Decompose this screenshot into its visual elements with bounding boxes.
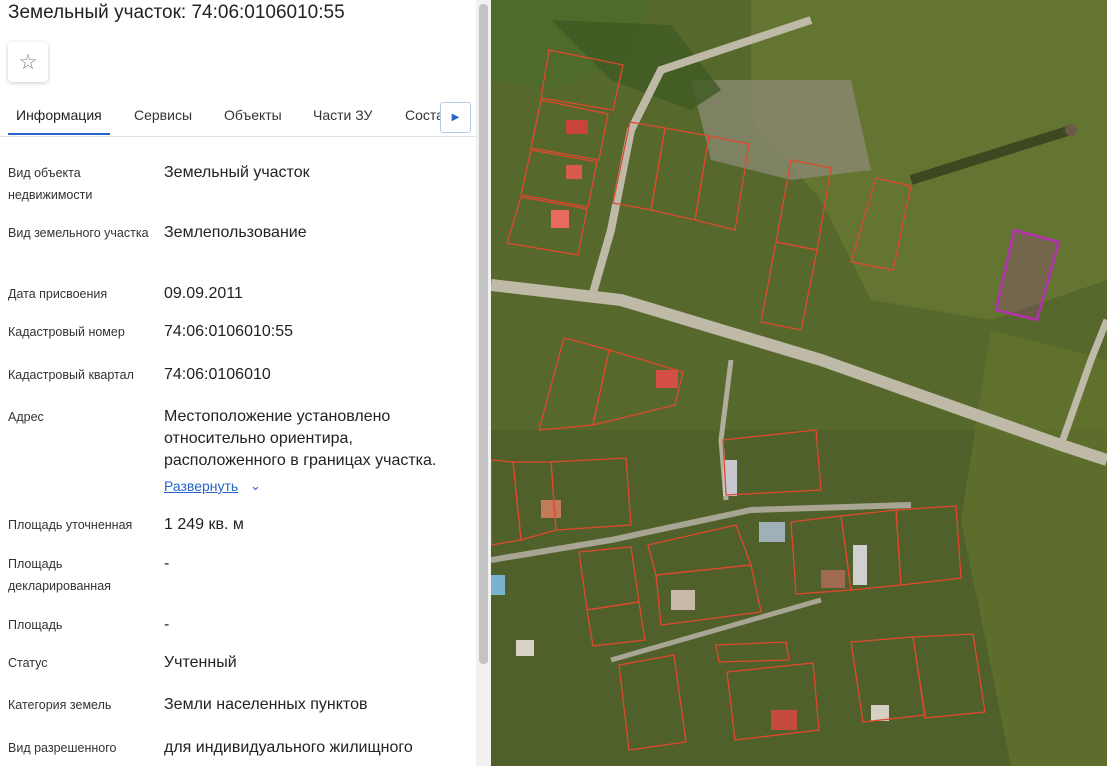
house-roof: [871, 705, 889, 721]
field-label: Адрес: [8, 410, 44, 424]
field-value: 1 249 кв. м: [164, 516, 244, 533]
field-label: Площадь: [8, 618, 63, 632]
house-roof: [566, 165, 582, 179]
tab-composition[interactable]: Соста: [405, 96, 444, 133]
expand-link[interactable]: Развернуть: [164, 478, 238, 494]
panel-scrollbar[interactable]: [476, 0, 491, 766]
field-value: Земельный участок: [164, 164, 310, 181]
house-roof: [853, 545, 867, 585]
house-roof: [656, 370, 678, 388]
house-roof: [671, 590, 695, 610]
tab-services[interactable]: Сервисы: [134, 96, 192, 133]
tab-bar: Информация Сервисы Объекты Части ЗУ Сост…: [0, 96, 476, 137]
field-label: Вид земельного участка: [8, 226, 149, 240]
field-label: Кадастровый квартал: [8, 368, 134, 382]
page-title: Земельный участок: 74:06:0106010:55: [8, 2, 345, 23]
house-roof: [491, 575, 505, 595]
field-label: Площадь декларированная: [8, 557, 111, 593]
tab-parts[interactable]: Части ЗУ: [313, 96, 372, 133]
info-panel: Земельный участок: 74:06:0106010:55 ☆ Ин…: [0, 0, 476, 766]
water-tower: [1065, 124, 1077, 136]
house-roof: [821, 570, 845, 588]
house-roof: [541, 500, 561, 518]
field-label: Категория земель: [8, 698, 112, 712]
field-value: 74:06:0106010: [164, 366, 271, 383]
satellite-map[interactable]: [491, 0, 1107, 766]
field-value: 09.09.2011: [164, 285, 243, 302]
field-label: Статус: [8, 656, 48, 670]
house-roof: [759, 522, 785, 542]
tab-info[interactable]: Информация: [8, 96, 110, 135]
field-value: Земли населенных пунктов: [164, 696, 368, 713]
caret-right-icon: ▶: [451, 112, 460, 123]
field-label: Вид объекта недвижимости: [8, 166, 93, 202]
house-roof: [566, 120, 588, 134]
field-label: Площадь уточненная: [8, 518, 133, 532]
field-label: Дата присвоения: [8, 287, 108, 301]
house-roof: [551, 210, 569, 228]
field-label: Вид разрешенного: [8, 741, 117, 755]
field-value: -: [164, 555, 170, 572]
scrollbar-thumb[interactable]: [479, 4, 488, 664]
house-roof: [771, 710, 797, 730]
favorite-button[interactable]: ☆: [8, 42, 48, 82]
tab-objects[interactable]: Объекты: [224, 96, 282, 133]
field-label: Кадастровый номер: [8, 325, 125, 339]
map-canvas[interactable]: [491, 0, 1107, 766]
field-value: Местоположение установлено относительно …: [164, 408, 437, 469]
field-value: Землепользование: [164, 224, 307, 241]
chevron-down-icon[interactable]: ⌄: [250, 478, 261, 494]
field-value: для индивидуального жилищного: [164, 739, 413, 756]
star-icon: ☆: [18, 50, 38, 74]
field-value: -: [164, 616, 170, 633]
tabs-scroll-right-button[interactable]: ▶: [440, 102, 471, 133]
house-roof: [516, 640, 534, 656]
field-value: 74:06:0106010:55: [164, 323, 294, 340]
field-value: Учтенный: [164, 654, 237, 671]
